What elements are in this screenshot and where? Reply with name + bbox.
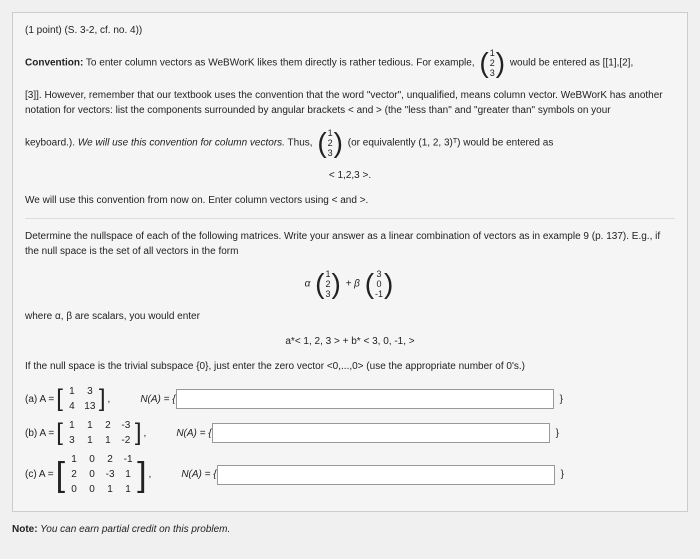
conv-text7: We will use this convention from now on.… bbox=[25, 193, 675, 208]
part-a: (a) A = [13413] , N(A) = { } bbox=[25, 384, 675, 414]
conv-text1: To enter column vectors as WeBWorK likes… bbox=[83, 58, 477, 69]
alpha-vec: (123) bbox=[315, 269, 341, 299]
conv-text4: keyboard.). bbox=[25, 138, 78, 149]
convention-line3: keyboard.). We will use this convention … bbox=[25, 128, 675, 158]
conv-text6: < 1,2,3 >. bbox=[25, 168, 675, 183]
na-a-label: N(A) = { bbox=[140, 392, 175, 407]
where-text: where α, β are scalars, you would enter bbox=[25, 309, 675, 324]
problem-container: (1 point) (S. 3-2, cf. no. 4)) Conventio… bbox=[12, 12, 688, 512]
brace-a: } bbox=[560, 392, 563, 407]
matrix-a: [13413] bbox=[56, 384, 105, 414]
beta-vec: (30-1) bbox=[365, 269, 394, 299]
brace-b: } bbox=[556, 426, 559, 441]
conv-text4b: Thus, bbox=[285, 138, 315, 149]
vector-123: (123) bbox=[479, 48, 505, 78]
part-b: (b) A = [112-3311-2] , N(A) = { } bbox=[25, 418, 675, 448]
convention-label: Convention: bbox=[25, 58, 83, 69]
divider bbox=[25, 218, 675, 219]
linear-combo-eq: α (123) + β (30-1) bbox=[25, 269, 675, 299]
answer-a-input[interactable] bbox=[176, 389, 554, 409]
na-b-label: N(A) = { bbox=[176, 426, 211, 441]
convention-line1: Convention: To enter column vectors as W… bbox=[25, 48, 675, 78]
conv-text2: would be entered as [[1],[2], bbox=[510, 58, 633, 69]
determine-text: Determine the nullspace of each of the f… bbox=[25, 229, 675, 259]
b-label: (b) A = bbox=[25, 426, 54, 441]
note-text: You can earn partial credit on this prob… bbox=[38, 524, 231, 535]
conv-text3: [3]]. However, remember that our textboo… bbox=[25, 88, 675, 118]
brace-c: } bbox=[561, 467, 564, 482]
answer-b-input[interactable] bbox=[212, 423, 550, 443]
point-header: (1 point) (S. 3-2, cf. no. 4)) bbox=[25, 23, 675, 38]
part-c: (c) A = [102-120-310011] , N(A) = { } bbox=[25, 452, 675, 497]
answer-c-input[interactable] bbox=[217, 465, 555, 485]
trivial-text: If the null space is the trivial subspac… bbox=[25, 359, 675, 374]
a-label: (a) A = bbox=[25, 392, 54, 407]
conv-text4i: We will use this convention for column v… bbox=[78, 138, 285, 149]
note-line: Note: You can earn partial credit on thi… bbox=[12, 522, 688, 537]
entry-example: a*< 1, 2, 3 > + b* < 3, 0, -1, > bbox=[25, 334, 675, 349]
vector-123b: (123) bbox=[317, 128, 343, 158]
matrix-c: [102-120-310011] bbox=[56, 452, 147, 497]
note-label: Note: bbox=[12, 524, 38, 535]
c-label: (c) A = bbox=[25, 467, 54, 482]
conv-text5: (or equivalently (1, 2, 3)ᵀ) would be en… bbox=[348, 138, 554, 149]
matrix-b: [112-3311-2] bbox=[56, 418, 141, 448]
na-c-label: N(A) = { bbox=[181, 467, 216, 482]
